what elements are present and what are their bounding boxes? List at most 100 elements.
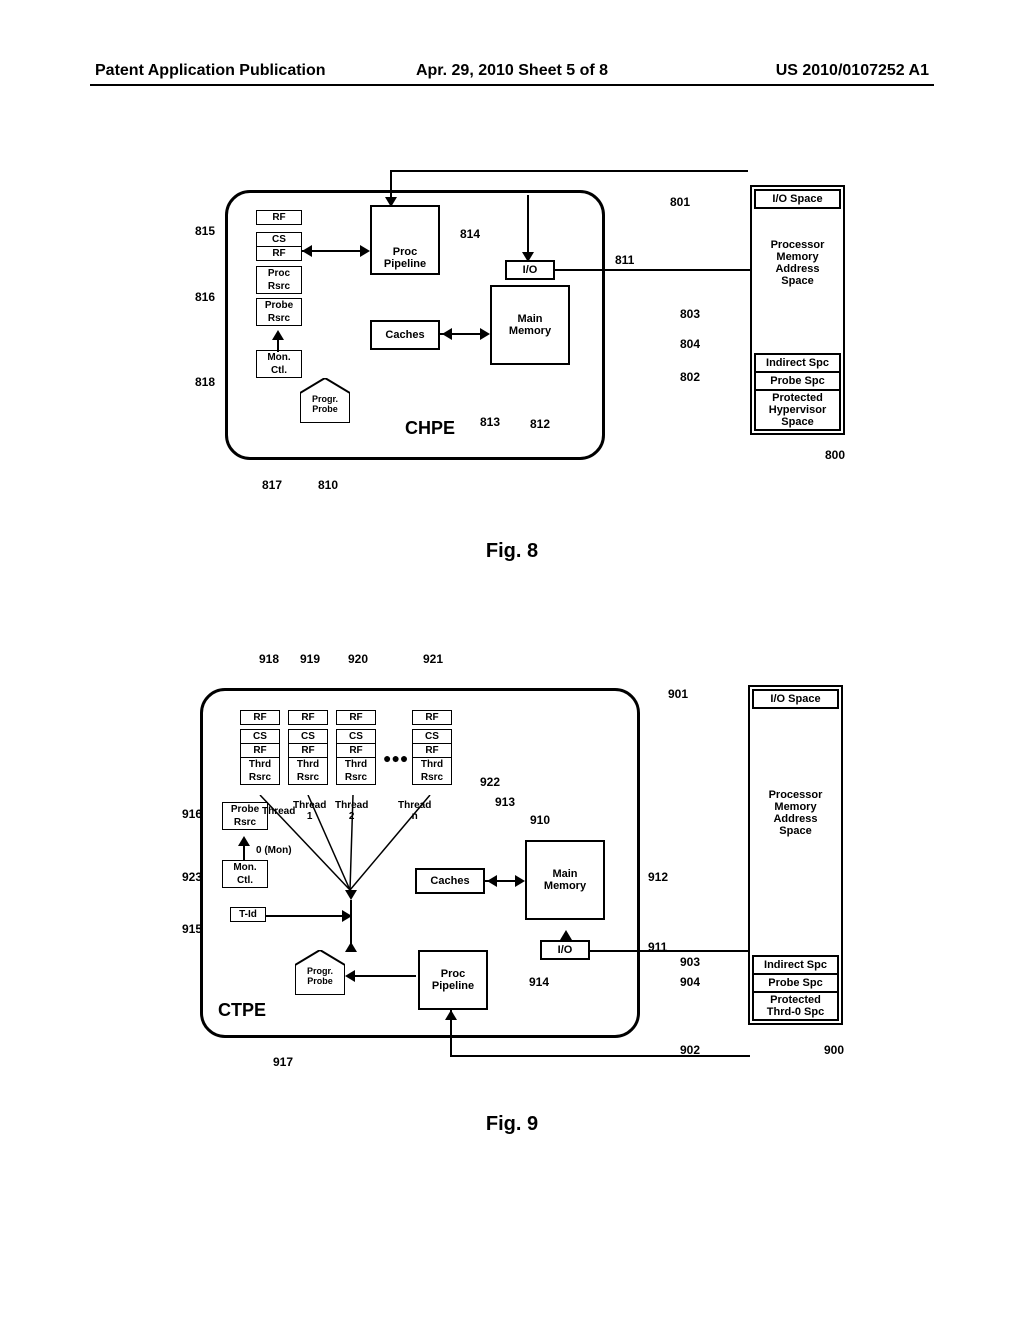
a94: Space	[750, 825, 841, 837]
rf-stack-n: RF CS RF Thrd Rsrc	[412, 710, 452, 785]
probe: Probe	[256, 298, 302, 312]
ref-918: 918	[259, 652, 279, 666]
a91: Processor	[750, 789, 841, 801]
ref-812: 812	[530, 417, 550, 431]
ref-817: 817	[262, 478, 282, 492]
ref-818: 818	[195, 375, 215, 389]
indirect-spc: Indirect Spc	[754, 353, 841, 373]
header-left: Patent Application Publication	[95, 62, 326, 80]
cs2: CS	[336, 729, 376, 744]
ref-914: 914	[529, 975, 549, 989]
patent-page: Patent Application Publication Apr. 29, …	[0, 0, 1024, 1320]
arrow-probe-pipe	[350, 975, 416, 977]
pp92: Pipeline	[420, 980, 486, 992]
probe-spc: Probe Spc	[754, 373, 841, 391]
tid-9: T-Id	[230, 907, 266, 922]
ref-915: 915	[182, 922, 202, 936]
csn: CS	[412, 729, 452, 744]
arrow-tid	[266, 915, 346, 917]
pr91: Progr.	[298, 966, 342, 976]
ref-913: 913	[495, 795, 515, 809]
rfn: RF	[412, 710, 452, 725]
reg-mon-ctl: Mon. Ctl.	[256, 350, 302, 378]
mm91: Main	[527, 868, 603, 880]
tid: T-Id	[230, 907, 266, 922]
rf0b: RF	[240, 744, 280, 758]
t2b: Rsrc	[336, 771, 376, 785]
a4: Space	[752, 275, 843, 287]
ref-921: 921	[423, 652, 443, 666]
cs: CS	[256, 232, 302, 247]
ref-801: 801	[670, 195, 690, 209]
io-space: I/O Space	[754, 189, 841, 209]
chpe-label: CHPE	[405, 418, 455, 439]
t1b: Rsrc	[288, 771, 328, 785]
pr92: Probe	[298, 976, 342, 986]
pr2: Probe	[303, 404, 347, 414]
rf1b: RF	[288, 744, 328, 758]
a93: Address	[750, 813, 841, 825]
t1a: Thrd	[288, 758, 328, 771]
mm92: Memory	[527, 880, 603, 892]
ref-816: 816	[195, 290, 215, 304]
rf-stack-1: RF CS RF Thrd Rsrc	[288, 710, 328, 785]
indirect-spc-9: Indirect Spc	[752, 955, 839, 975]
rf2: RF	[336, 710, 376, 725]
ref-800: 800	[825, 448, 845, 462]
tnb: Rsrc	[412, 771, 452, 785]
ref-916: 916	[182, 807, 202, 821]
proc: Proc	[256, 266, 302, 280]
rsrc2: Rsrc	[256, 312, 302, 326]
header-rule	[90, 84, 934, 86]
ctl: Ctl.	[256, 364, 302, 378]
ref-900: 900	[824, 1043, 844, 1057]
fig-8-caption: Fig. 8	[486, 540, 538, 563]
pp1: Proc	[372, 246, 438, 258]
p91: Protected	[755, 994, 836, 1006]
ref-804: 804	[680, 337, 700, 351]
p2: Hypervisor	[757, 404, 838, 416]
cs1: CS	[288, 729, 328, 744]
ref-811: 811	[615, 253, 634, 267]
ref-904: 904	[680, 975, 700, 989]
rf1: RF	[288, 710, 328, 725]
t0a: Thrd	[240, 758, 280, 771]
caches-8: Caches	[370, 320, 440, 350]
p92: Thrd-0 Spc	[755, 1006, 836, 1018]
ref-814: 814	[460, 227, 480, 241]
rf0: RF	[240, 710, 280, 725]
ref-919: 919	[300, 652, 320, 666]
header-center: Apr. 29, 2010 Sheet 5 of 8	[416, 62, 608, 80]
pr1: Progr.	[303, 394, 347, 404]
ref-903: 903	[680, 955, 700, 969]
main-memory-8: Main Memory	[490, 285, 570, 365]
ref-917: 917	[273, 1055, 293, 1069]
ref-813: 813	[480, 415, 500, 429]
main-memory-9: Main Memory	[525, 840, 605, 920]
rfnb: RF	[412, 744, 452, 758]
ref-810: 810	[318, 478, 338, 492]
ctpe-label: CTPE	[218, 1000, 266, 1021]
io-8: I/O	[505, 260, 555, 280]
a2: Memory	[752, 251, 843, 263]
t0b: Rsrc	[240, 771, 280, 785]
ref-803: 803	[680, 307, 700, 321]
fig-9-caption: Fig. 9	[486, 1113, 538, 1136]
reg-stack-8: RF	[256, 210, 302, 225]
thread-converge-lines	[255, 795, 455, 895]
arrow-io-up	[560, 930, 572, 940]
ref-923: 923	[182, 870, 202, 884]
ref-901: 901	[668, 687, 688, 701]
proc-pipeline-9: Proc Pipeline	[418, 950, 488, 1010]
rf-stack-0: RF CS RF Thrd Rsrc	[240, 710, 280, 785]
ref-802: 802	[680, 370, 700, 384]
rf2: RF	[256, 247, 302, 261]
rsrc: Rsrc	[256, 280, 302, 294]
memory-space-8: I/O Space Processor Memory Address Space…	[750, 185, 845, 435]
mm2: Memory	[492, 325, 568, 337]
mm1: Main	[492, 313, 568, 325]
header-right: US 2010/0107252 A1	[776, 62, 929, 80]
tna: Thrd	[412, 758, 452, 771]
p3: Space	[757, 416, 838, 428]
mon: Mon.	[256, 350, 302, 364]
